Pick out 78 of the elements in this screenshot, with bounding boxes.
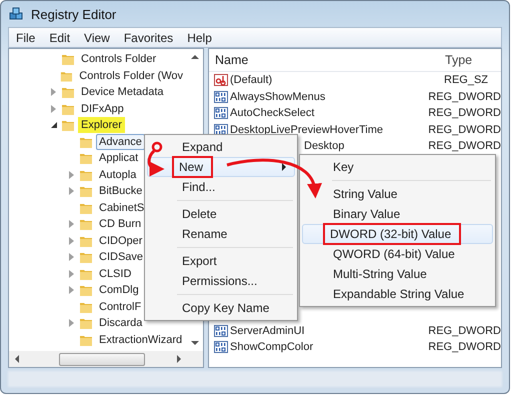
tree-item[interactable]: Advance: [96, 134, 145, 150]
string-value-icon: [214, 73, 228, 88]
binary-value-icon: [214, 90, 228, 104]
tree-item[interactable]: BitBucke: [96, 183, 146, 200]
scroll-left-arrow-icon[interactable]: [15, 355, 19, 363]
tree-item[interactable]: ComDlg: [96, 282, 142, 298]
context-menu-item[interactable]: Expand: [147, 137, 295, 157]
value-type: REG_DWORD: [427, 124, 501, 136]
value-name[interactable]: (Default): [230, 74, 272, 86]
folder-icon: [61, 85, 75, 100]
expand-arrow-icon[interactable]: [69, 319, 74, 328]
tree-item[interactable]: CIDSave: [96, 249, 146, 266]
window-title: Registry Editor: [31, 6, 116, 22]
column-header[interactable]: Name: [209, 53, 441, 67]
menu-item[interactable]: View: [77, 30, 117, 44]
submenu-item[interactable]: QWORD (64-bit) Value: [302, 244, 493, 264]
folder-icon: [61, 52, 75, 66]
context-menu-item[interactable]: Copy Key Name: [147, 298, 295, 318]
value-type: REG_DWORD: [427, 140, 501, 152]
tree-item[interactable]: Discarda: [96, 315, 146, 332]
submenu-arrow-icon: [282, 163, 286, 171]
folder-icon: [61, 118, 75, 132]
context-menu-item[interactable]: Rename: [147, 224, 295, 244]
tree-item[interactable]: CabinetS: [96, 200, 148, 216]
context-menu-item[interactable]: Export: [147, 251, 295, 271]
folder-icon: [79, 184, 93, 198]
value-type: REG_DWORD: [427, 107, 501, 120]
submenu-item[interactable]: Binary Value: [302, 204, 493, 224]
value-type: REG_SZ: [443, 74, 488, 86]
folder-icon: [79, 283, 93, 298]
value-name[interactable]: ShowCompColor: [230, 341, 314, 354]
submenu-item[interactable]: Expandable String Value: [302, 284, 493, 304]
tree-item[interactable]: Device Metadata: [78, 84, 167, 100]
column-header[interactable]: Type: [441, 53, 472, 67]
submenu-item[interactable]: DWORD (32-bit) Value: [302, 224, 493, 244]
scroll-up-arrow-icon[interactable]: [191, 55, 199, 59]
folder-icon: [79, 316, 93, 330]
submenu-item[interactable]: String Value: [302, 184, 493, 204]
menu-item[interactable]: Edit: [42, 30, 78, 44]
context-menu-item[interactable]: Permissions...: [147, 271, 295, 291]
value-name[interactable]: Desktop: [304, 140, 344, 152]
tree-item[interactable]: Controls Folder (Wov: [76, 68, 186, 84]
scroll-down-arrow-icon[interactable]: [191, 341, 199, 345]
tree-item[interactable]: ControlF: [96, 298, 144, 315]
folder-icon: [79, 151, 93, 166]
value-type: REG_DWORD: [427, 90, 501, 103]
tree-item[interactable]: CIDOper: [96, 232, 146, 249]
menu-item[interactable]: File: [9, 30, 42, 44]
registry-cubes-icon: [9, 6, 25, 22]
submenu-item[interactable]: Multi-String Value: [302, 264, 493, 284]
tree-item[interactable]: Autopla: [96, 166, 140, 183]
tree-item[interactable]: CLSID: [96, 266, 134, 282]
value-name[interactable]: ServerAdminUI: [230, 324, 305, 337]
binary-value-icon: [214, 324, 228, 338]
value-name[interactable]: AutoCheckSelect: [230, 107, 314, 120]
value-type: REG_DWORD: [427, 341, 501, 354]
value-name[interactable]: AlwaysShowMenus: [230, 90, 326, 103]
scroll-right-arrow-icon[interactable]: [177, 355, 181, 363]
folder-icon: [79, 250, 93, 264]
menu-item[interactable]: Favorites: [116, 30, 180, 44]
horizontal-scrollbar[interactable]: [9, 351, 203, 367]
binary-value-icon: [214, 340, 228, 354]
tree-item[interactable]: Controls Folder: [78, 51, 160, 68]
tree-item[interactable]: Explorer: [78, 117, 125, 134]
submenu-item[interactable]: Key: [302, 157, 493, 177]
tree-item[interactable]: DIFxApp: [78, 100, 127, 117]
folder-icon: [79, 217, 93, 232]
annotation-arrow: [148, 142, 164, 176]
tree-item[interactable]: ExtractionWizard: [96, 332, 186, 348]
value-type: REG_DWORD: [427, 324, 501, 337]
tree-item[interactable]: Applicat: [96, 150, 142, 166]
menu-item[interactable]: Help: [180, 30, 219, 44]
value-name[interactable]: DesktopLivePreviewHoverTime: [230, 124, 384, 136]
scroll-thumb[interactable]: [59, 352, 145, 366]
context-menu-item[interactable]: Delete: [147, 204, 295, 224]
tree-item[interactable]: CD Burn: [96, 216, 144, 232]
context-menu-item[interactable]: Find...: [147, 177, 295, 197]
binary-value-icon: [214, 106, 228, 120]
